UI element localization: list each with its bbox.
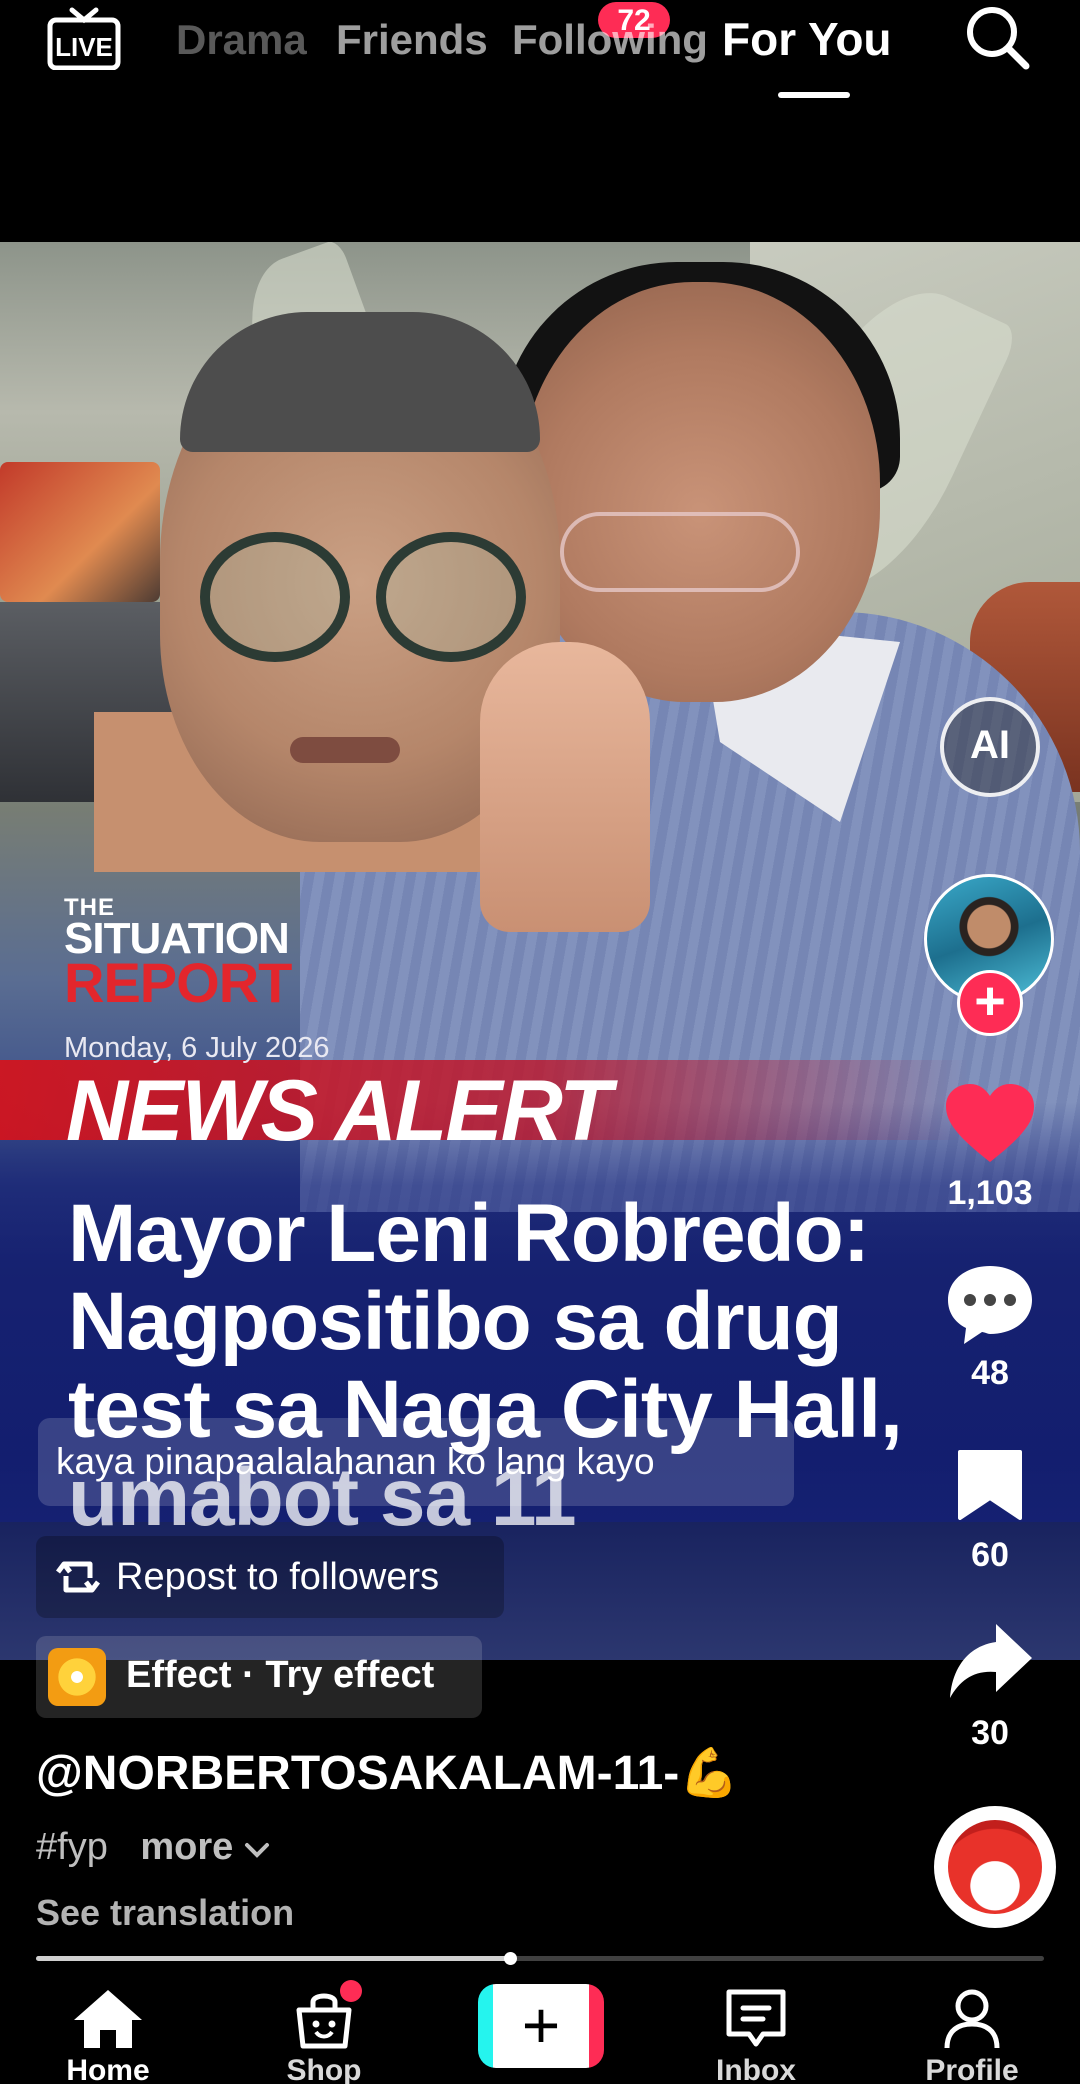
news-alert-title: NEWS ALERT [66,1063,612,1159]
comment-count: 48 [971,1354,1009,1392]
effect-label: Effect · Try effect [126,1654,435,1696]
tab-for-you[interactable]: For You [722,12,892,66]
more-button[interactable]: more [140,1826,269,1868]
nav-inbox[interactable]: Inbox [676,1966,836,2084]
profile-icon [944,1989,1000,2049]
post-description: #fyp more [36,1826,270,1869]
save-count: 60 [971,1536,1009,1574]
woman-hands [480,642,650,932]
woman-glasses [560,512,800,592]
headline-line: Mayor Leni Robredo: [68,1188,870,1279]
nav-shop[interactable]: Shop [244,1966,404,2084]
see-translation-link[interactable]: See translation [36,1892,294,1934]
like-count: 1,103 [947,1174,1033,1212]
svg-text:LIVE: LIVE [55,32,113,62]
hashtag-fyp[interactable]: #fyp [36,1826,108,1868]
chevron-down-icon [244,1843,269,1858]
repost-button[interactable]: Repost to followers [36,1536,504,1618]
active-tab-indicator [778,92,850,98]
like-icon[interactable] [944,1082,1036,1166]
tab-drama[interactable]: Drama [176,16,307,64]
inbox-icon [726,1989,786,2047]
nav-profile[interactable]: Profile [892,1966,1052,2084]
create-button[interactable]: + [478,1984,604,2068]
video-progress-bar[interactable] [36,1952,1044,1965]
effect-chip[interactable]: Effect · Try effect [36,1636,482,1718]
progress-fill [36,1956,510,1961]
man-mouth [290,737,400,763]
sparkle-effect-icon [48,1648,106,1706]
nav-home-label: Home [66,2054,150,2084]
report-date: Monday, 6 July 2026 [64,1032,330,1064]
ai-effect-button[interactable]: AI [940,697,1040,797]
man-hair [180,312,540,452]
follow-button[interactable]: + [957,970,1023,1036]
progress-handle[interactable] [503,1952,517,1965]
nav-inbox-label: Inbox [716,2054,796,2084]
share-count: 30 [971,1714,1009,1752]
top-nav: LIVE Drama Friends 72 Following For You [0,0,1080,110]
comment-icon[interactable] [944,1262,1036,1346]
shop-notification-dot [340,1980,362,2002]
bottom-nav-bar: Home Shop + Inbox Profile [0,1966,1080,2084]
share-icon[interactable] [946,1620,1034,1704]
search-icon[interactable] [962,2,1032,72]
repost-label: Repost to followers [116,1556,440,1598]
video-caption: kaya pinapaalalahanan ko lang kayo [38,1418,794,1506]
nav-profile-label: Profile [925,2054,1019,2084]
music-disc-icon[interactable] [934,1806,1056,1928]
woman-face [520,282,880,702]
background-clutter [0,462,160,602]
man-glasses-left [200,532,350,662]
home-icon [74,1990,142,2048]
live-icon[interactable]: LIVE [46,2,122,70]
situation-report-logo: THE SITUATION REPORT [64,894,292,1015]
bookmark-icon[interactable] [956,1448,1024,1520]
repost-icon [56,1561,100,1593]
create-icon: + [521,1988,561,2062]
nav-home[interactable]: Home [28,1966,188,2084]
feed-tabs: Drama Friends 72 Following For You [176,2,930,68]
tab-friends[interactable]: Friends [336,16,488,64]
nav-shop-label: Shop [286,2054,362,2084]
man-glasses-right [376,532,526,662]
creator-username[interactable]: @NORBERTOSAKALAM-11-💪 [36,1744,739,1801]
ai-label: AI [970,723,1010,767]
tab-following[interactable]: Following [512,16,708,64]
headline-line: Nagpositibo sa drug [68,1276,843,1367]
